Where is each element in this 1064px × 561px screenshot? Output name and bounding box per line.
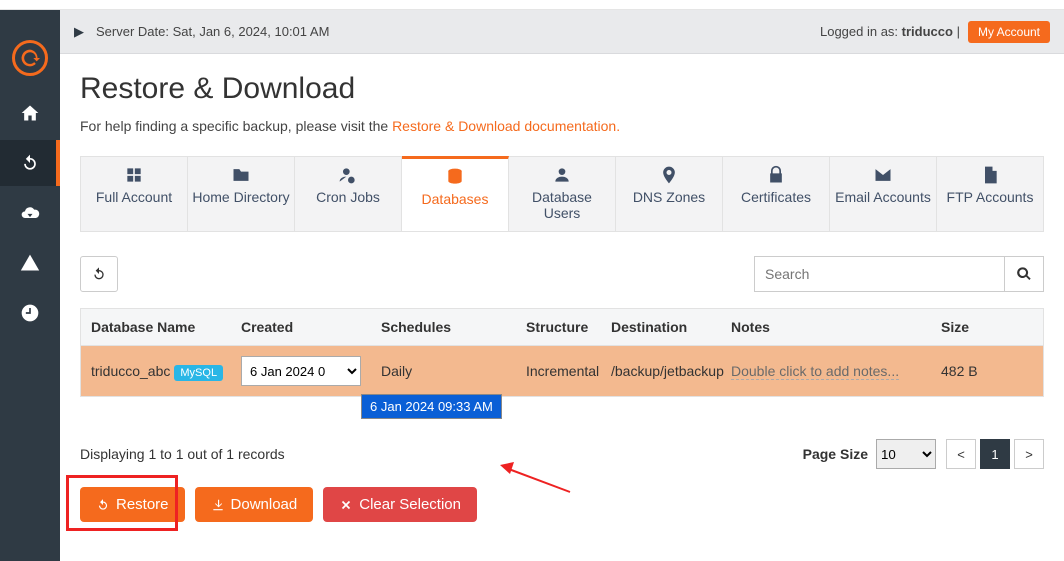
date-dropdown: 6 Jan 2024 09:33 AM bbox=[361, 394, 502, 419]
download-button[interactable]: Download bbox=[195, 487, 314, 522]
server-date: Server Date: Sat, Jan 6, 2024, 10:01 AM bbox=[96, 24, 329, 39]
tab-databases[interactable]: Databases bbox=[402, 156, 509, 231]
logged-in-label: Logged in as: triducco | bbox=[820, 24, 960, 39]
search-icon bbox=[1016, 266, 1032, 282]
col-header-notes[interactable]: Notes bbox=[721, 309, 931, 345]
tab-database-users[interactable]: Database Users bbox=[509, 157, 616, 231]
col-header-db[interactable]: Database Name bbox=[81, 309, 231, 345]
tab-label: Database Users bbox=[532, 189, 592, 221]
date-option[interactable]: 6 Jan 2024 09:33 AM bbox=[362, 395, 501, 418]
records-text: Displaying 1 to 1 out of 1 records bbox=[80, 446, 285, 462]
tab-label: Full Account bbox=[96, 189, 172, 205]
mysql-badge: MySQL bbox=[174, 365, 223, 381]
cell-structure: Incremental bbox=[516, 353, 601, 389]
tab-cron-jobs[interactable]: Cron Jobs bbox=[295, 157, 402, 231]
tab-label: Certificates bbox=[741, 189, 811, 205]
lock-icon bbox=[766, 165, 786, 185]
pager-prev[interactable]: < bbox=[946, 439, 976, 469]
tab-dns-zones[interactable]: DNS Zones bbox=[616, 157, 723, 231]
tab-label: Cron Jobs bbox=[316, 189, 380, 205]
cell-db: triducco_abcMySQL bbox=[81, 353, 231, 389]
boxes-icon bbox=[124, 165, 144, 185]
tabs: Full Account Home Directory Cron Jobs Da… bbox=[80, 156, 1044, 232]
database-icon bbox=[445, 167, 465, 187]
folder-icon bbox=[231, 165, 251, 185]
sidebar-item-home[interactable] bbox=[0, 90, 60, 136]
user-clock-icon bbox=[338, 165, 358, 185]
app-logo bbox=[12, 40, 48, 76]
search-input[interactable] bbox=[754, 256, 1004, 292]
page-title: Restore & Download bbox=[80, 72, 1044, 106]
tab-home-directory[interactable]: Home Directory bbox=[188, 157, 295, 231]
sidebar-item-clock[interactable] bbox=[0, 290, 60, 336]
clock-icon bbox=[20, 303, 40, 323]
refresh-icon bbox=[20, 153, 40, 173]
tab-certificates[interactable]: Certificates bbox=[723, 157, 830, 231]
page-size-label: Page Size bbox=[803, 446, 868, 462]
topbar: ▶ Server Date: Sat, Jan 6, 2024, 10:01 A… bbox=[60, 10, 1064, 54]
table-row[interactable]: triducco_abcMySQL 6 Jan 2024 0 Daily Inc… bbox=[81, 346, 1043, 396]
warning-icon bbox=[20, 253, 40, 273]
envelope-icon bbox=[873, 165, 893, 185]
file-icon bbox=[980, 165, 1000, 185]
refresh-button[interactable] bbox=[80, 256, 118, 292]
tab-label: Home Directory bbox=[192, 189, 289, 205]
restore-button[interactable]: Restore bbox=[80, 487, 185, 522]
cell-created: 6 Jan 2024 0 bbox=[231, 346, 371, 396]
help-link[interactable]: Restore & Download documentation. bbox=[392, 118, 620, 134]
clear-selection-button[interactable]: Clear Selection bbox=[323, 487, 477, 522]
map-pin-icon bbox=[659, 165, 679, 185]
close-icon bbox=[339, 498, 353, 512]
cell-destination: /backup/jetbackup bbox=[601, 353, 721, 389]
col-header-destination[interactable]: Destination bbox=[601, 309, 721, 345]
col-header-schedules[interactable]: Schedules bbox=[371, 309, 516, 345]
sidebar-item-cloud[interactable] bbox=[0, 190, 60, 236]
cell-notes[interactable]: Double click to add notes... bbox=[721, 353, 931, 390]
tab-label: FTP Accounts bbox=[947, 189, 1034, 205]
my-account-button[interactable]: My Account bbox=[968, 21, 1050, 43]
tab-label: DNS Zones bbox=[633, 189, 705, 205]
tab-email-accounts[interactable]: Email Accounts bbox=[830, 157, 937, 231]
refresh-icon bbox=[91, 266, 107, 282]
cell-size: 482 B bbox=[931, 353, 991, 389]
caret-icon: ▶ bbox=[74, 24, 84, 40]
page-size-select[interactable]: 10 bbox=[876, 439, 936, 469]
backups-table: Database Name Created Schedules Structur… bbox=[80, 308, 1044, 397]
download-icon bbox=[211, 498, 225, 512]
tab-ftp-accounts[interactable]: FTP Accounts bbox=[937, 157, 1043, 231]
sidebar-item-refresh[interactable] bbox=[0, 140, 60, 186]
refresh-icon bbox=[96, 498, 110, 512]
pager-next[interactable]: > bbox=[1014, 439, 1044, 469]
cell-schedules: Daily bbox=[371, 353, 516, 389]
home-icon bbox=[20, 103, 40, 123]
search-button[interactable] bbox=[1004, 256, 1044, 292]
help-text: For help finding a specific backup, plea… bbox=[80, 118, 1044, 134]
pager-page-1[interactable]: 1 bbox=[980, 439, 1010, 469]
tab-full-account[interactable]: Full Account bbox=[81, 157, 188, 231]
tab-label: Databases bbox=[422, 191, 489, 207]
sidebar bbox=[0, 10, 60, 561]
user-icon bbox=[552, 165, 572, 185]
col-header-created[interactable]: Created bbox=[231, 309, 371, 345]
tab-label: Email Accounts bbox=[835, 189, 931, 205]
created-date-select[interactable]: 6 Jan 2024 0 bbox=[241, 356, 361, 386]
sidebar-item-alerts[interactable] bbox=[0, 240, 60, 286]
col-header-size[interactable]: Size bbox=[931, 309, 991, 345]
cloud-download-icon bbox=[20, 203, 40, 223]
col-header-structure[interactable]: Structure bbox=[516, 309, 601, 345]
